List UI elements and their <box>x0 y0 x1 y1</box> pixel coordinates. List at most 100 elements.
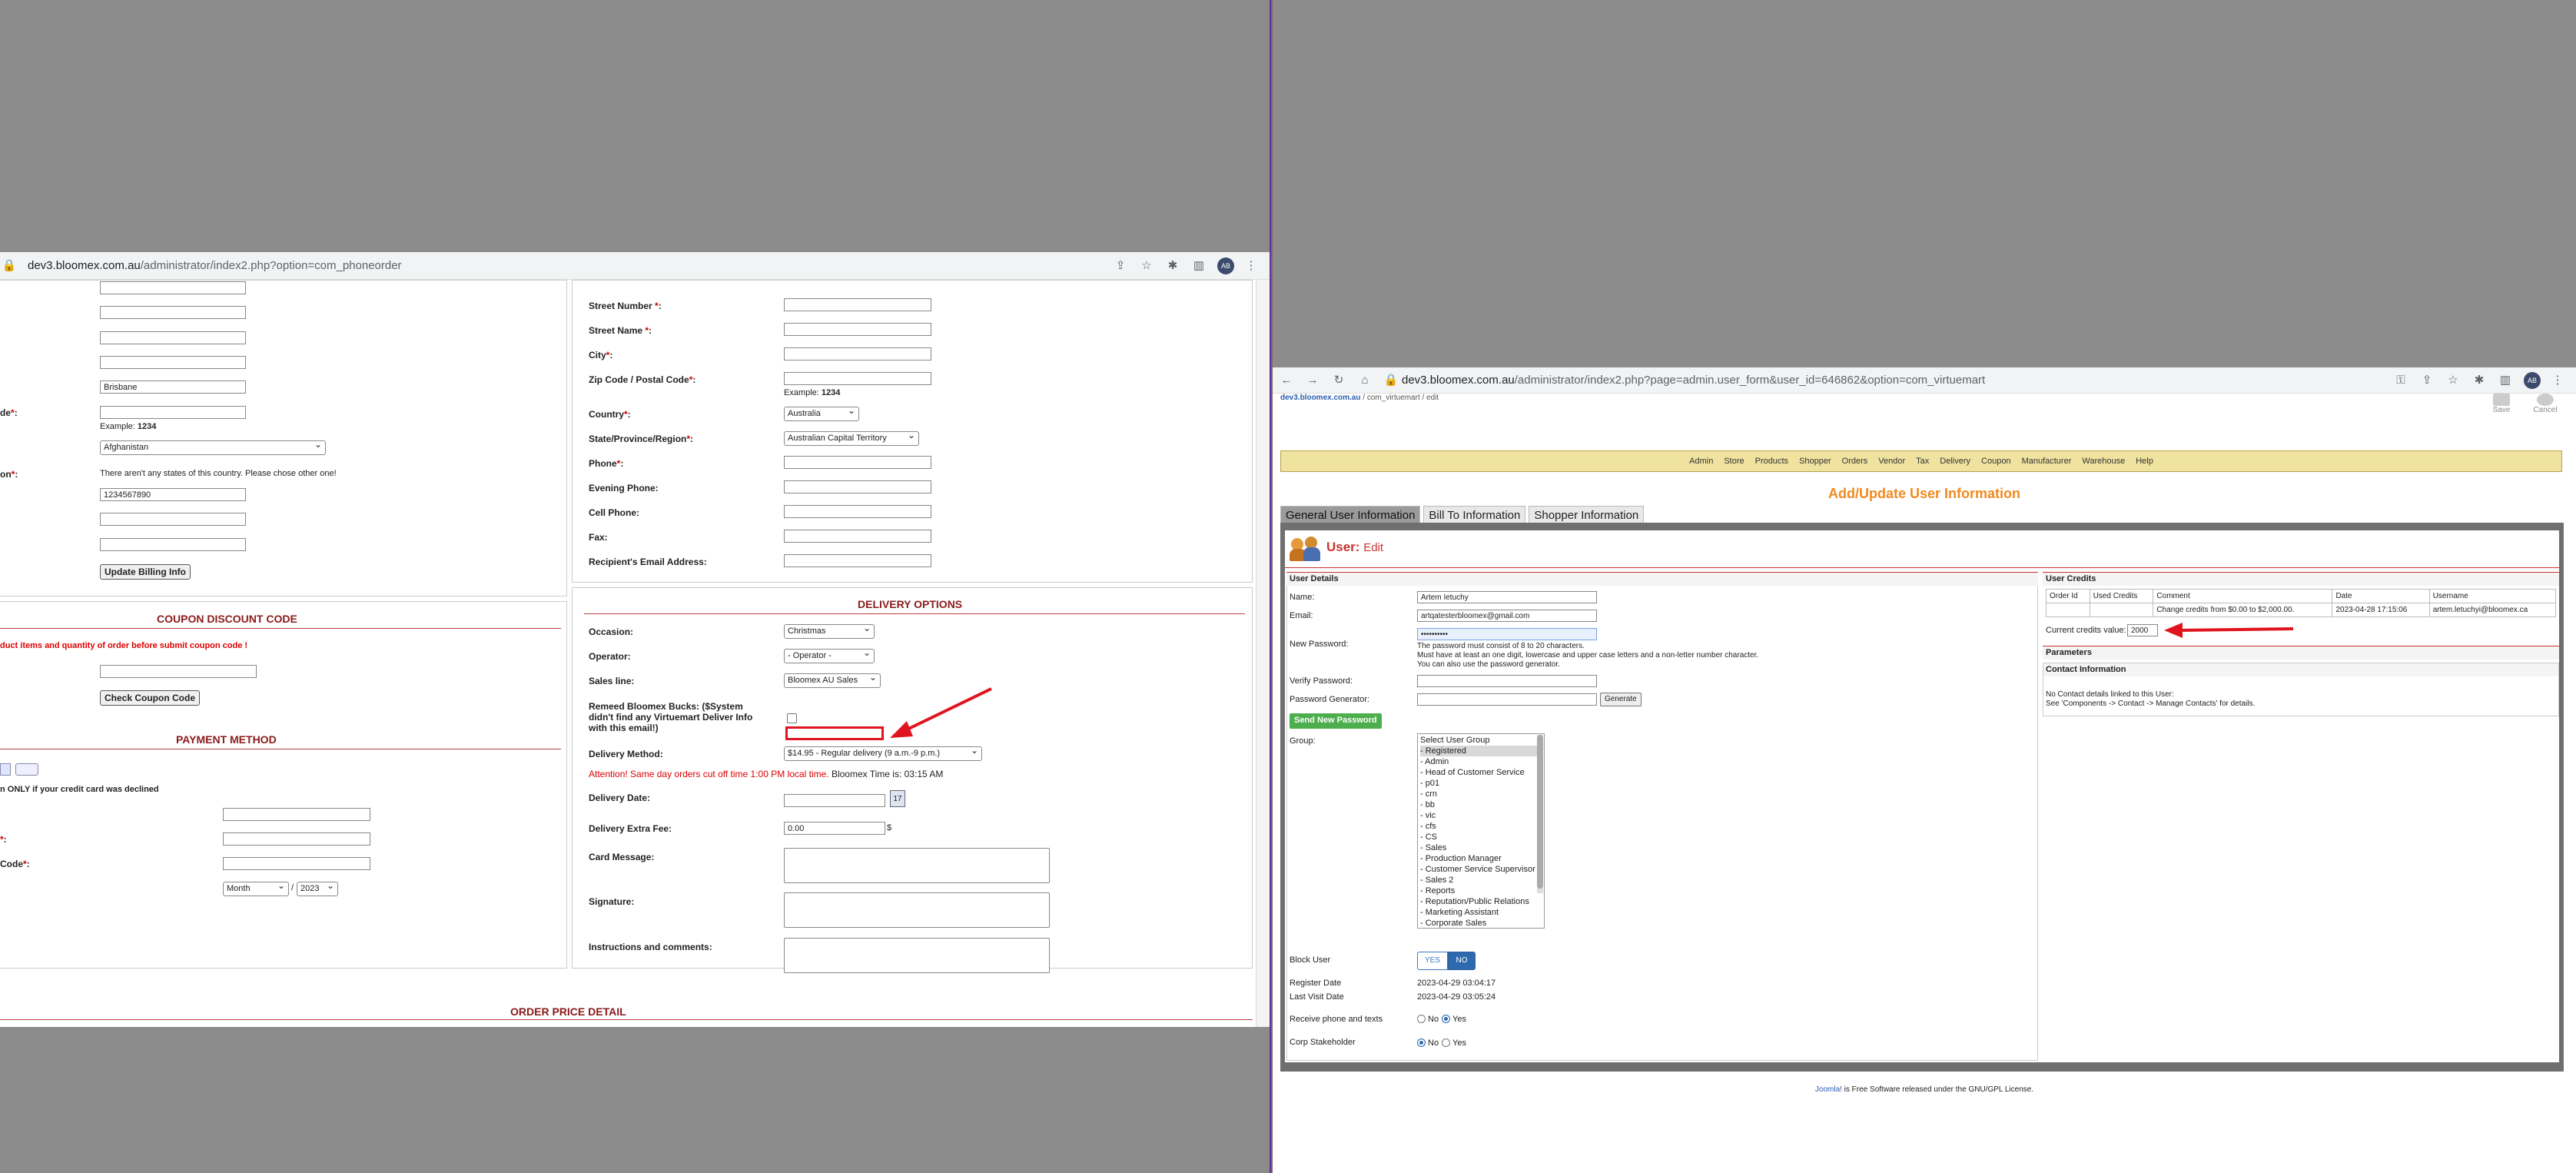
profile-avatar[interactable]: AB <box>1217 257 1234 274</box>
fax-input[interactable] <box>784 530 931 543</box>
menu-store[interactable]: Store <box>1724 457 1744 466</box>
corp-no-radio[interactable] <box>1417 1038 1426 1047</box>
calendar-icon[interactable]: 17 <box>890 790 905 807</box>
back-icon[interactable]: ← <box>1279 373 1294 388</box>
billing-phone-input[interactable]: 1234567890 <box>100 488 246 501</box>
share-icon-right[interactable]: ⇪ <box>2419 373 2435 388</box>
menu-admin[interactable]: Admin <box>1689 457 1713 466</box>
menu-vendor[interactable]: Vendor <box>1878 457 1905 466</box>
group-option[interactable]: - bb <box>1420 799 1542 810</box>
card-icon-2[interactable] <box>15 763 38 776</box>
joomla-link[interactable]: Joomla! <box>1815 1085 1842 1094</box>
recipient-email-input[interactable] <box>784 554 931 567</box>
instructions-textarea[interactable] <box>784 938 1050 973</box>
menu-dots-icon-right[interactable]: ⋮ <box>2550 373 2565 388</box>
group-option[interactable]: - p01 <box>1420 778 1542 789</box>
group-option[interactable]: - crn <box>1420 789 1542 799</box>
payment-field-2[interactable] <box>223 832 370 846</box>
group-option[interactable]: - Corporate Sales <box>1420 918 1542 928</box>
block-user-no[interactable]: NO <box>1448 952 1476 970</box>
group-option[interactable]: - Reputation/Public Relations <box>1420 896 1542 907</box>
key-icon[interactable]: ⚿ <box>2393 373 2408 388</box>
occasion-select[interactable]: Christmas <box>784 624 875 639</box>
signature-textarea[interactable] <box>784 892 1050 928</box>
payment-field-1[interactable] <box>223 808 370 821</box>
shipping-city-input[interactable] <box>784 347 931 361</box>
extensions-icon-right[interactable]: ✱ <box>2471 373 2487 388</box>
group-option[interactable]: - Reports <box>1420 886 1542 896</box>
group-option[interactable]: Select User Group <box>1420 735 1542 746</box>
shipping-state-select[interactable]: Australian Capital Territory <box>784 431 919 446</box>
billing-field-4[interactable] <box>100 356 246 369</box>
sales-line-select[interactable]: Bloomex AU Sales <box>784 673 881 688</box>
email-input[interactable]: artqatesterbloomex@gmail.com <box>1417 610 1597 622</box>
card-message-textarea[interactable] <box>784 848 1050 883</box>
sidebar-icon[interactable]: ▥ <box>1191 258 1207 274</box>
group-option[interactable]: - CS <box>1420 832 1542 842</box>
group-option[interactable]: - cfs <box>1420 821 1542 832</box>
send-new-password-button[interactable]: Send New Password <box>1290 713 1382 729</box>
user-group-listbox[interactable]: Select User Group - Registered - Admin -… <box>1417 733 1545 929</box>
menu-orders[interactable]: Orders <box>1842 457 1868 466</box>
cell-phone-input[interactable] <box>784 505 931 518</box>
menu-shopper[interactable]: Shopper <box>1799 457 1831 466</box>
shipping-zip-input[interactable] <box>784 372 931 385</box>
star-icon[interactable]: ☆ <box>1139 258 1154 274</box>
menu-coupon[interactable]: Coupon <box>1981 457 2011 466</box>
billing-country-select[interactable]: Afghanistan <box>100 440 326 455</box>
delivery-method-select[interactable]: $14.95 - Regular delivery (9 a.m.-9 p.m.… <box>784 746 982 761</box>
payment-code-input[interactable] <box>223 857 370 870</box>
menu-manufacturer[interactable]: Manufacturer <box>2022 457 2072 466</box>
billing-city-input[interactable]: Brisbane <box>100 380 246 394</box>
home-icon[interactable]: ⌂ <box>1357 373 1373 388</box>
group-option[interactable]: - Customer Service Supervisor <box>1420 864 1542 875</box>
phone-texts-yes-radio[interactable] <box>1442 1015 1450 1023</box>
street-number-input[interactable] <box>784 298 931 311</box>
menu-dots-icon[interactable]: ⋮ <box>1243 258 1259 274</box>
extra-fee-input[interactable]: 0.00 <box>784 822 885 835</box>
sidebar-icon-right[interactable]: ▥ <box>2498 373 2513 388</box>
billing-field-6[interactable] <box>100 513 246 526</box>
billing-field-1[interactable] <box>100 281 246 294</box>
group-option[interactable]: - vic <box>1420 810 1542 821</box>
name-input[interactable]: Artem Ietuchy <box>1417 591 1597 603</box>
reload-icon[interactable]: ↻ <box>1331 373 1346 388</box>
block-user-yes[interactable]: YES <box>1417 952 1448 970</box>
group-option[interactable]: - Production Manager <box>1420 853 1542 864</box>
group-option[interactable]: - Marketing Assistant <box>1420 907 1542 918</box>
operator-select[interactable]: - Operator - <box>784 649 875 663</box>
forward-icon[interactable]: → <box>1305 373 1320 388</box>
menu-products[interactable]: Products <box>1755 457 1788 466</box>
generate-button[interactable]: Generate <box>1600 693 1642 706</box>
menu-warehouse[interactable]: Warehouse <box>2082 457 2125 466</box>
corp-yes-radio[interactable] <box>1442 1038 1450 1047</box>
billing-zip-input[interactable] <box>100 406 246 419</box>
url-text[interactable]: dev3.bloomex.com.au/administrator/index2… <box>28 259 402 272</box>
group-option[interactable]: - Sales 2 <box>1420 875 1542 886</box>
menu-help[interactable]: Help <box>2136 457 2153 466</box>
profile-avatar-right[interactable]: AB <box>2524 371 2541 389</box>
group-option[interactable]: - Sales <box>1420 842 1542 853</box>
billing-field-3[interactable] <box>100 331 246 344</box>
address-bar[interactable]: 🔒 dev3.bloomex.com.au/administrator/inde… <box>0 252 1270 280</box>
update-billing-button[interactable]: Update Billing Info <box>100 564 191 580</box>
billing-field-2[interactable] <box>100 306 246 319</box>
street-name-input[interactable] <box>784 323 931 336</box>
evening-phone-input[interactable] <box>784 480 931 493</box>
verify-password-input[interactable] <box>1417 675 1597 687</box>
url-text-right[interactable]: dev3.bloomex.com.au/administrator/index2… <box>1402 374 1985 387</box>
group-scrollbar[interactable] <box>1537 735 1543 893</box>
vertical-scrollbar[interactable] <box>1256 280 1270 1027</box>
check-coupon-button[interactable]: Check Coupon Code <box>100 690 201 706</box>
save-button[interactable]: Save <box>2488 394 2515 421</box>
share-icon[interactable]: ⇪ <box>1113 258 1128 274</box>
group-option[interactable]: - Head of Customer Service <box>1420 767 1542 778</box>
address-bar-right[interactable]: ← → ↻ ⌂ 🔒 dev3.bloomex.com.au/administra… <box>1273 367 2576 394</box>
group-option-selected[interactable]: - Registered <box>1420 746 1542 756</box>
delivery-date-input[interactable] <box>784 794 885 807</box>
billing-field-7[interactable] <box>100 538 246 551</box>
cancel-button[interactable]: Cancel <box>2530 394 2561 421</box>
card-icon-1[interactable] <box>0 763 11 776</box>
current-credits-input[interactable]: 2000 <box>2127 624 2158 636</box>
menu-delivery[interactable]: Delivery <box>1940 457 1970 466</box>
